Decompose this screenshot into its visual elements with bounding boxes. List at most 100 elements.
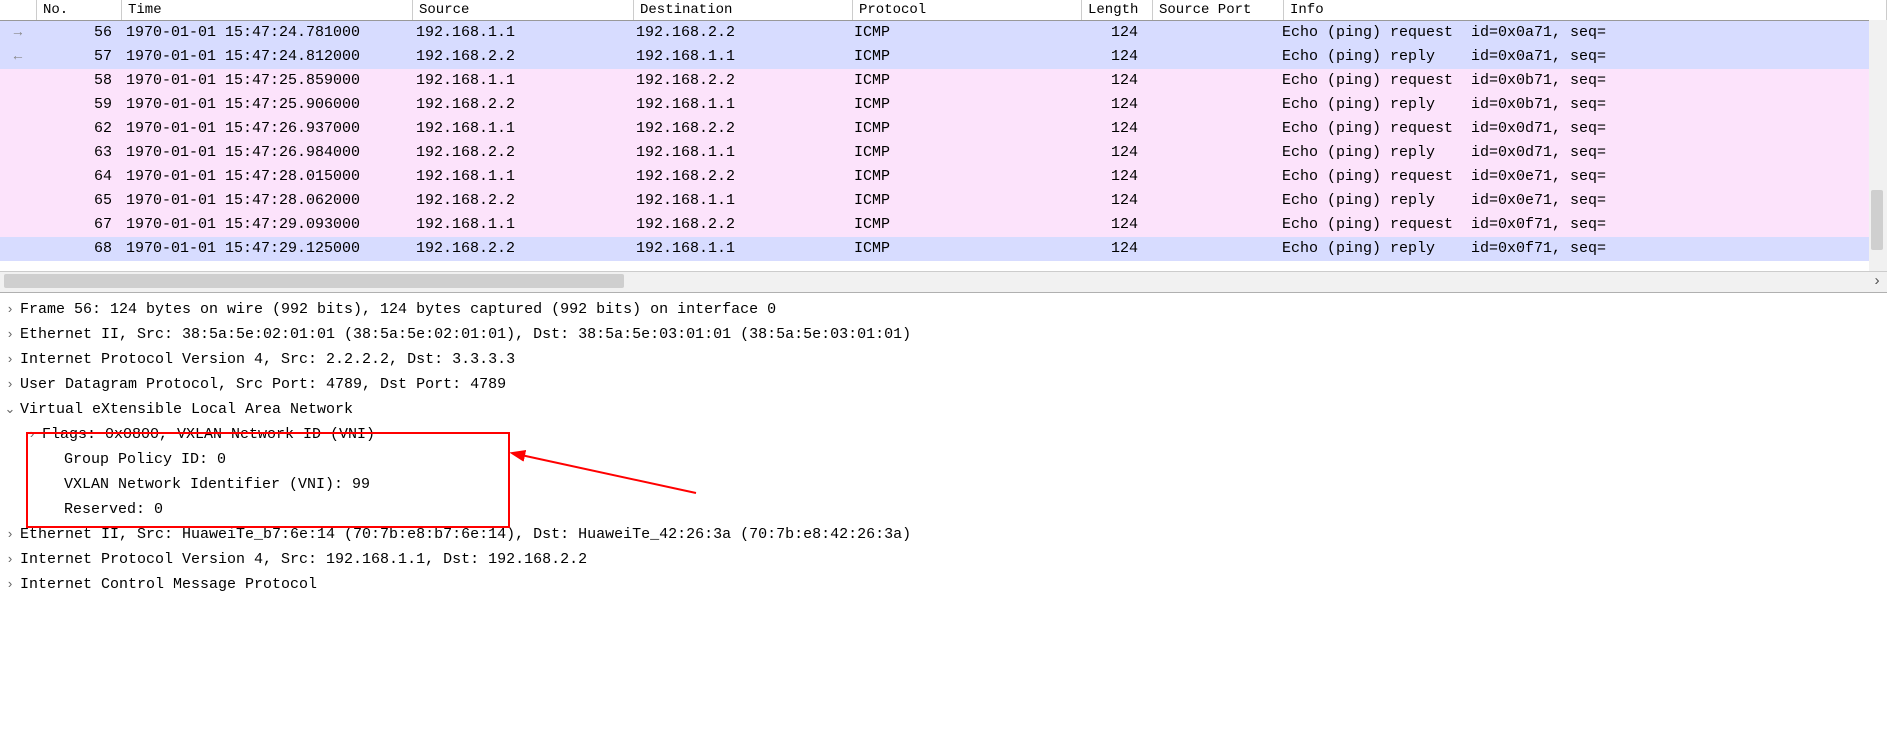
tree-vxlan-gpid[interactable]: Group Policy ID: 0 (0, 447, 1887, 472)
tree-vxlan[interactable]: ⌄Virtual eXtensible Local Area Network (0, 397, 1887, 422)
cell-length: 124 (1076, 141, 1146, 165)
cell-source-port (1146, 45, 1276, 69)
cell-source-port (1146, 237, 1276, 261)
tree-label: Flags: 0x0800, VXLAN Network ID (VNI) (42, 426, 375, 443)
tree-label: Ethernet II, Src: 38:5a:5e:02:01:01 (38:… (20, 326, 911, 343)
cell-destination: 192.168.1.1 (630, 93, 848, 117)
tree-label: Ethernet II, Src: HuaweiTe_b7:6e:14 (70:… (20, 526, 911, 543)
direction-arrow-icon (0, 141, 36, 165)
cell-destination: 192.168.2.2 (630, 69, 848, 93)
cell-time: 1970-01-01 15:47:25.859000 (120, 69, 410, 93)
cell-destination: 192.168.2.2 (630, 117, 848, 141)
packet-list-rows[interactable]: →561970-01-01 15:47:24.781000192.168.1.1… (0, 21, 1887, 261)
col-header-no[interactable]: No. (37, 0, 122, 20)
chevron-right-icon[interactable]: › (0, 577, 20, 592)
cell-protocol: ICMP (848, 189, 1076, 213)
packet-row[interactable]: 621970-01-01 15:47:26.937000192.168.1.11… (0, 117, 1887, 141)
cell-no: 59 (36, 93, 120, 117)
col-header-source[interactable]: Source (413, 0, 634, 20)
horizontal-scrollbar-thumb[interactable] (4, 274, 624, 288)
vertical-scrollbar-thumb[interactable] (1871, 190, 1883, 250)
cell-length: 124 (1076, 93, 1146, 117)
tree-label: Frame 56: 124 bytes on wire (992 bits), … (20, 301, 776, 318)
cell-no: 68 (36, 237, 120, 261)
cell-info: Echo (ping) request id=0x0f71, seq= (1276, 213, 1887, 237)
scroll-right-icon[interactable]: › (1867, 272, 1887, 292)
tree-ipv4-outer[interactable]: ›Internet Protocol Version 4, Src: 2.2.2… (0, 347, 1887, 372)
packet-row[interactable]: 631970-01-01 15:47:26.984000192.168.2.21… (0, 141, 1887, 165)
chevron-right-icon[interactable]: › (0, 377, 20, 392)
chevron-right-icon[interactable]: › (0, 352, 20, 367)
chevron-right-icon[interactable]: › (0, 552, 20, 567)
col-header-destination[interactable]: Destination (634, 0, 853, 20)
cell-info: Echo (ping) request id=0x0b71, seq= (1276, 69, 1887, 93)
vertical-scrollbar[interactable] (1869, 20, 1887, 272)
tree-vxlan-reserved[interactable]: Reserved: 0 (0, 497, 1887, 522)
direction-arrow-icon (0, 93, 36, 117)
cell-source-port (1146, 189, 1276, 213)
cell-length: 124 (1076, 237, 1146, 261)
direction-arrow-icon (0, 117, 36, 141)
packet-row[interactable]: 681970-01-01 15:47:29.125000192.168.2.21… (0, 237, 1887, 261)
tree-label: VXLAN Network Identifier (VNI): 99 (64, 476, 370, 493)
tree-vxlan-flags[interactable]: ›Flags: 0x0800, VXLAN Network ID (VNI) (0, 422, 1887, 447)
packet-row[interactable]: 641970-01-01 15:47:28.015000192.168.1.11… (0, 165, 1887, 189)
cell-no: 65 (36, 189, 120, 213)
cell-length: 124 (1076, 21, 1146, 45)
cell-no: 62 (36, 117, 120, 141)
tree-frame[interactable]: ›Frame 56: 124 bytes on wire (992 bits),… (0, 297, 1887, 322)
cell-source: 192.168.1.1 (410, 69, 630, 93)
chevron-right-icon[interactable]: › (0, 327, 20, 342)
cell-source-port (1146, 21, 1276, 45)
tree-label: Virtual eXtensible Local Area Network (20, 401, 353, 418)
col-header-protocol[interactable]: Protocol (853, 0, 1082, 20)
packet-list-pane: No. Time Source Destination Protocol Len… (0, 0, 1887, 293)
packet-row[interactable]: ←571970-01-01 15:47:24.812000192.168.2.2… (0, 45, 1887, 69)
packet-list-header: No. Time Source Destination Protocol Len… (0, 0, 1887, 21)
cell-source-port (1146, 213, 1276, 237)
packet-row[interactable]: 591970-01-01 15:47:25.906000192.168.2.21… (0, 93, 1887, 117)
cell-protocol: ICMP (848, 165, 1076, 189)
tree-ipv4-inner[interactable]: ›Internet Protocol Version 4, Src: 192.1… (0, 547, 1887, 572)
packet-details-pane: ›Frame 56: 124 bytes on wire (992 bits),… (0, 293, 1887, 756)
tree-ethernet-outer[interactable]: ›Ethernet II, Src: 38:5a:5e:02:01:01 (38… (0, 322, 1887, 347)
cell-info: Echo (ping) request id=0x0a71, seq= (1276, 21, 1887, 45)
direction-arrow-icon (0, 165, 36, 189)
tree-label: Internet Control Message Protocol (20, 576, 317, 593)
cell-destination: 192.168.2.2 (630, 21, 848, 45)
chevron-right-icon[interactable]: › (22, 427, 42, 442)
chevron-right-icon[interactable]: › (0, 302, 20, 317)
cell-info: Echo (ping) reply id=0x0e71, seq= (1276, 189, 1887, 213)
packet-row[interactable]: 581970-01-01 15:47:25.859000192.168.1.11… (0, 69, 1887, 93)
tree-icmp[interactable]: ›Internet Control Message Protocol (0, 572, 1887, 597)
tree-vxlan-vni[interactable]: VXLAN Network Identifier (VNI): 99 (0, 472, 1887, 497)
direction-arrow-icon (0, 213, 36, 237)
packet-row[interactable]: →561970-01-01 15:47:24.781000192.168.1.1… (0, 21, 1887, 45)
col-header-info[interactable]: Info (1284, 0, 1887, 20)
tree-udp[interactable]: ›User Datagram Protocol, Src Port: 4789,… (0, 372, 1887, 397)
tree-label: User Datagram Protocol, Src Port: 4789, … (20, 376, 506, 393)
chevron-right-icon[interactable]: › (0, 527, 20, 542)
cell-destination: 192.168.2.2 (630, 165, 848, 189)
cell-time: 1970-01-01 15:47:26.937000 (120, 117, 410, 141)
cell-length: 124 (1076, 189, 1146, 213)
col-header-time[interactable]: Time (122, 0, 413, 20)
cell-source: 192.168.2.2 (410, 237, 630, 261)
col-header-marker[interactable] (0, 0, 37, 20)
cell-source: 192.168.1.1 (410, 213, 630, 237)
packet-row[interactable]: 651970-01-01 15:47:28.062000192.168.2.21… (0, 189, 1887, 213)
cell-source-port (1146, 117, 1276, 141)
cell-source: 192.168.1.1 (410, 21, 630, 45)
col-header-source-port[interactable]: Source Port (1153, 0, 1284, 20)
chevron-down-icon[interactable]: ⌄ (0, 402, 20, 417)
packet-row[interactable]: 671970-01-01 15:47:29.093000192.168.1.11… (0, 213, 1887, 237)
direction-arrow-icon (0, 69, 36, 93)
cell-time: 1970-01-01 15:47:29.093000 (120, 213, 410, 237)
horizontal-scrollbar[interactable]: › (0, 271, 1887, 292)
cell-info: Echo (ping) request id=0x0e71, seq= (1276, 165, 1887, 189)
cell-source: 192.168.2.2 (410, 45, 630, 69)
col-header-length[interactable]: Length (1082, 0, 1153, 20)
cell-info: Echo (ping) reply id=0x0d71, seq= (1276, 141, 1887, 165)
tree-ethernet-inner[interactable]: ›Ethernet II, Src: HuaweiTe_b7:6e:14 (70… (0, 522, 1887, 547)
tree-label: Internet Protocol Version 4, Src: 192.16… (20, 551, 587, 568)
